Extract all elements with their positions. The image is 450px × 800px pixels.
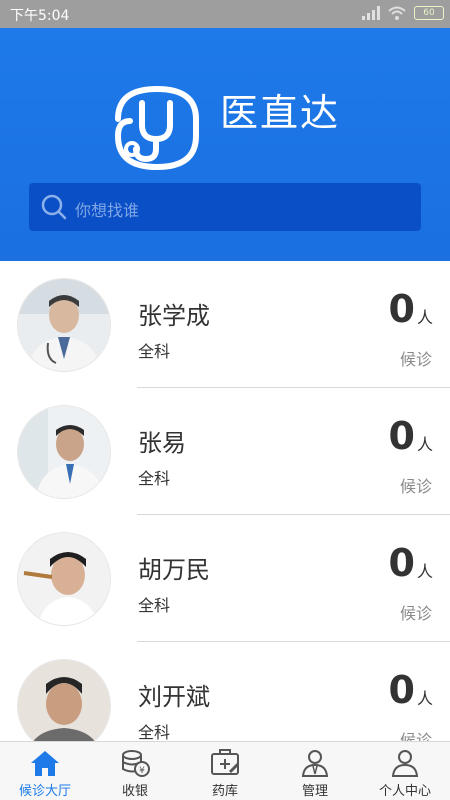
search-placeholder: 你想找谁: [75, 201, 140, 220]
waiting-count: 0 人: [389, 668, 433, 712]
waiting-count-unit: 人: [416, 689, 433, 708]
tab-label: 收银: [121, 784, 148, 799]
doctor-avatar: [17, 405, 111, 499]
doctor-list: 张学成 全科 0 人 候诊 张易 全科 0 人 候诊 胡万民 全科 0 人 候诊…: [0, 261, 450, 769]
doctor-name: 刘开斌: [138, 683, 210, 711]
cash-icon: ¥: [122, 750, 150, 777]
waiting-status: 候诊: [399, 477, 432, 496]
waiting-status: 候诊: [399, 604, 432, 623]
waiting-count-value: 0: [388, 668, 415, 712]
doctor-name: 张学成: [138, 302, 210, 330]
battery-level: 60: [423, 8, 435, 18]
battery-icon: 60: [414, 6, 444, 20]
tab-label: 药库: [211, 784, 238, 799]
svg-text:¥: ¥: [139, 766, 145, 776]
tab-pharmacy[interactable]: 药库: [180, 742, 270, 800]
status-time: 下午5:04: [10, 8, 70, 24]
medicine-kit-icon: [211, 749, 240, 775]
waiting-count-unit: 人: [416, 308, 433, 327]
doctor-avatar: [17, 532, 111, 626]
doctor-name: 张易: [138, 429, 186, 457]
doctor-department: 全科: [138, 342, 171, 361]
waiting-count: 0 人: [389, 541, 433, 585]
doctor-row[interactable]: 张学成 全科 0 人 候诊: [0, 261, 450, 388]
waiting-count: 0 人: [389, 414, 433, 458]
status-icons: 60: [362, 6, 444, 20]
waiting-count-unit: 人: [416, 562, 433, 581]
waiting-count: 0 人: [389, 287, 433, 331]
waiting-count-unit: 人: [416, 435, 433, 454]
doctor-row[interactable]: 张易 全科 0 人 候诊: [0, 388, 450, 515]
waiting-count-value: 0: [388, 414, 415, 458]
signal-icon: [362, 6, 380, 20]
status-bar: 下午5:04 60: [0, 0, 450, 28]
tab-label: 候诊大厅: [18, 784, 71, 799]
doctor-department: 全科: [138, 596, 171, 615]
tab-label: 管理: [301, 784, 328, 799]
wifi-icon: [388, 6, 406, 20]
bottom-tab-bar: 候诊大厅 ¥ 收银 药库 管理 个人中心: [0, 741, 450, 800]
waiting-status: 候诊: [399, 350, 432, 369]
tab-management[interactable]: 管理: [270, 742, 360, 800]
tab-personal-center[interactable]: 个人中心: [360, 742, 450, 800]
home-icon: [31, 751, 59, 776]
doctor-avatar: [17, 278, 111, 372]
search-input[interactable]: 你想找谁: [29, 183, 421, 231]
doctor-department: 全科: [138, 723, 171, 742]
waiting-count-value: 0: [388, 541, 415, 585]
doctor-row[interactable]: 胡万民 全科 0 人 候诊: [0, 515, 450, 642]
doctor-name: 胡万民: [138, 556, 210, 584]
header: 医直达 你想找谁: [0, 28, 450, 261]
manager-icon: [301, 750, 329, 777]
search-icon: [41, 194, 67, 220]
app-title: 医直达: [220, 91, 341, 135]
doctor-avatar: [17, 659, 111, 753]
tab-cashier[interactable]: ¥ 收银: [90, 742, 180, 800]
doctor-department: 全科: [138, 469, 171, 488]
user-icon: [391, 750, 419, 777]
tab-waiting-hall[interactable]: 候诊大厅: [0, 742, 90, 800]
tab-label: 个人中心: [378, 784, 431, 799]
stethoscope-logo-icon: [114, 85, 199, 171]
waiting-count-value: 0: [388, 287, 415, 331]
